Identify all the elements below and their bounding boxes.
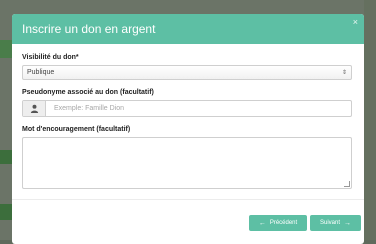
- select-arrows-icon: ⇕: [341, 69, 347, 76]
- pseudonym-input[interactable]: Exemple: Famille Dion: [46, 101, 351, 116]
- next-button-label: Suivant: [319, 220, 340, 226]
- pseudonym-group: Pseudonyme associé au don (facultatif) E…: [22, 89, 358, 117]
- background-element: [0, 150, 12, 164]
- visibility-select[interactable]: Publique ⇕: [22, 65, 352, 80]
- encouragement-label: Mot d'encouragement (facultatif): [22, 126, 131, 133]
- pseudonym-label: Pseudonyme associé au don (facultatif): [22, 89, 154, 96]
- previous-button[interactable]: ← Précédent: [249, 215, 307, 231]
- background-element: [364, 0, 376, 240]
- close-icon[interactable]: ×: [353, 17, 358, 27]
- donation-modal: Inscrire un don en argent × Visibilité d…: [12, 14, 364, 244]
- modal-header: Inscrire un don en argent ×: [12, 14, 364, 44]
- visibility-label: Visibilité du don*: [22, 54, 79, 61]
- arrow-left-icon: ←: [258, 219, 266, 227]
- arrow-right-icon: →: [344, 219, 351, 227]
- modal-title: Inscrire un don en argent: [22, 22, 156, 36]
- background-element: [0, 204, 12, 220]
- modal-footer: ← Précédent Suivant →: [12, 199, 364, 244]
- visibility-group: Visibilité du don* Publique ⇕: [22, 54, 358, 80]
- encouragement-textarea[interactable]: [22, 137, 352, 189]
- visibility-selected-value: Publique: [27, 69, 55, 76]
- background-element: [0, 40, 12, 58]
- next-button[interactable]: Suivant →: [310, 215, 361, 231]
- user-icon: [23, 101, 46, 116]
- resize-handle-icon[interactable]: [344, 181, 350, 187]
- modal-body: Visibilité du don* Publique ⇕ Pseudonyme…: [12, 44, 364, 189]
- pseudonym-input-group: Exemple: Famille Dion: [22, 100, 352, 117]
- previous-button-label: Précédent: [269, 220, 298, 226]
- encouragement-group: Mot d'encouragement (facultatif): [22, 126, 358, 189]
